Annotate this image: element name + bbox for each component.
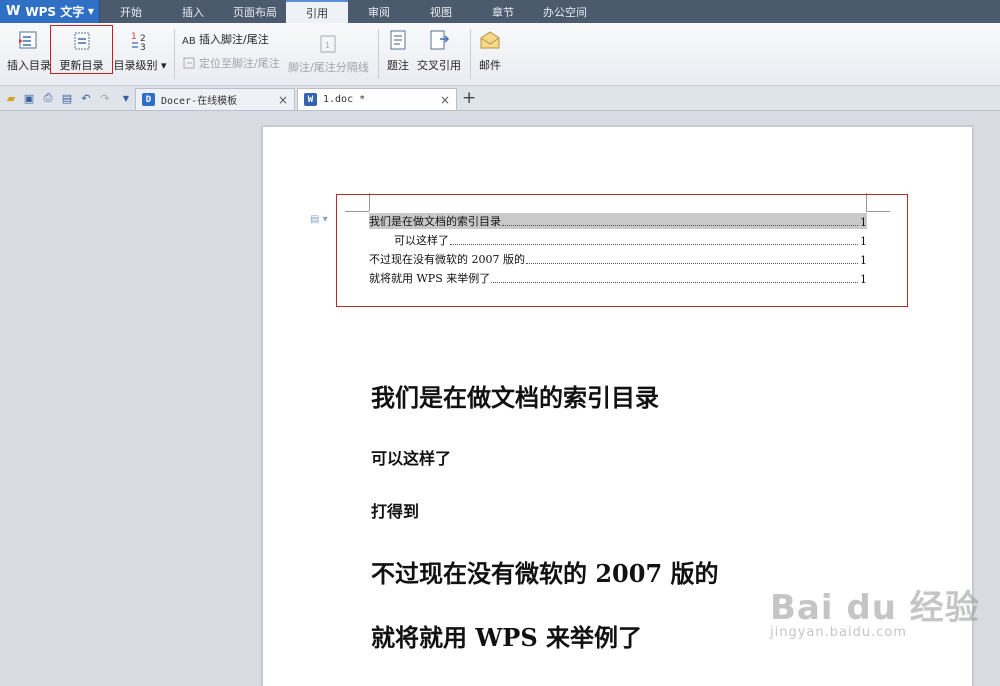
ribbon-divider	[378, 29, 379, 79]
app-menu-button[interactable]: W WPS 文字 ▼	[0, 0, 100, 23]
cross-reference-icon	[428, 29, 450, 51]
caption-label: 题注	[387, 59, 409, 72]
tab-view[interactable]: 视图	[410, 0, 472, 23]
tab-docer[interactable]: D Docer-在线模板 ×	[135, 88, 295, 110]
mail-button[interactable]: 邮件	[476, 29, 504, 81]
insert-toc-label: 插入目录	[7, 59, 51, 72]
heading-1: 就将就用 WPS 来举例了	[371, 623, 643, 652]
toc-entry[interactable]: 我们是在做文档的索引目录 1	[369, 213, 867, 229]
footnote-separator-label: 脚注/尾注分隔线	[288, 61, 369, 74]
tab-review[interactable]: 审阅	[348, 0, 410, 23]
caption-icon	[387, 29, 409, 51]
ribbon-divider	[470, 29, 471, 79]
tab-section[interactable]: 章节	[472, 0, 534, 23]
wps-logo-icon: W	[6, 4, 21, 19]
goto-footnote-button[interactable]: 定位至脚注/尾注	[182, 55, 280, 71]
svg-text:1: 1	[131, 32, 137, 42]
tab-document-label: 1.doc *	[323, 94, 366, 105]
goto-footnote-label: 定位至脚注/尾注	[199, 57, 280, 70]
tab-start[interactable]: 开始	[100, 0, 162, 23]
word-doc-icon: W	[304, 93, 317, 106]
tab-page-layout[interactable]: 页面布局	[224, 0, 286, 23]
caption-button[interactable]: 题注	[384, 29, 412, 81]
insert-footnote-label: 插入脚注/尾注	[199, 33, 269, 46]
cross-reference-label: 交叉引用	[417, 59, 461, 72]
tab-office-space[interactable]: 办公空间	[534, 0, 596, 23]
toc-level-label: 目录级别 ▾	[113, 59, 167, 72]
heading-1: 我们是在做文档的索引目录	[371, 383, 659, 412]
undo-icon[interactable]: ↶	[79, 91, 93, 105]
redo-icon[interactable]: ↷	[98, 91, 112, 105]
toc-entry[interactable]: 可以这样了 1	[394, 232, 867, 248]
baidu-watermark: Bai du 经验 jingyan.baidu.com	[770, 588, 980, 640]
ribbon: 插入目录 更新目录 123 目录级别 ▾ AB 插入脚注/尾注 定位至脚注/尾注…	[0, 23, 1000, 86]
toc-entry[interactable]: 不过现在没有微软的 2007 版的 1	[369, 251, 867, 267]
insert-toc-button[interactable]: 插入目录	[6, 29, 52, 81]
update-toc-label: 更新目录	[59, 59, 104, 72]
toc-entry[interactable]: 就将就用 WPS 来举例了 1	[369, 270, 867, 286]
insert-toc-icon	[18, 29, 40, 51]
cross-reference-button[interactable]: 交叉引用	[416, 29, 462, 81]
close-icon[interactable]: ×	[278, 93, 288, 107]
svg-text:1: 1	[325, 41, 330, 50]
save-icon[interactable]: ▣	[22, 91, 36, 105]
tab-docer-label: Docer-在线模板	[161, 96, 238, 107]
print-icon[interactable]: ⎙	[41, 91, 55, 105]
mail-label: 邮件	[479, 59, 501, 72]
update-toc-button[interactable]: 更新目录	[50, 25, 113, 74]
heading-1: 不过现在没有微软的 2007 版的	[371, 559, 719, 588]
docer-icon: D	[142, 93, 155, 106]
print-preview-icon[interactable]: ▤	[60, 91, 74, 105]
update-toc-icon	[71, 30, 93, 51]
tab-document[interactable]: W 1.doc * ×	[297, 88, 457, 110]
open-folder-icon[interactable]: ▰	[4, 91, 18, 105]
insert-footnote-button[interactable]: AB 插入脚注/尾注	[182, 31, 269, 47]
menu-bar: W WPS 文字 ▼ 开始 插入 页面布局 引用 审阅 视图 章节 办公空间	[0, 0, 1000, 23]
toc-level-icon: 123	[129, 29, 151, 51]
heading-2: 可以这样了	[371, 449, 452, 468]
goto-footnote-icon	[182, 56, 196, 70]
toc-level-button[interactable]: 123 目录级别 ▾	[113, 29, 167, 81]
new-tab-icon[interactable]: +	[462, 88, 476, 108]
tab-references[interactable]: 引用	[286, 0, 348, 23]
svg-text:3: 3	[140, 43, 146, 51]
close-icon[interactable]: ×	[440, 93, 450, 107]
heading-2: 打得到	[371, 502, 420, 521]
footnote-icon: AB	[182, 32, 196, 46]
toc-field-icon[interactable]: ▤ ▾	[310, 214, 328, 225]
ribbon-divider	[174, 29, 175, 79]
app-name: WPS 文字	[25, 5, 85, 19]
chevron-down-icon: ▼	[87, 7, 94, 16]
svg-text:AB: AB	[182, 36, 196, 45]
tab-bar: ▰ ▣ ⎙ ▤ ↶ ↷ ▼ D Docer-在线模板 × W 1.doc * ×	[0, 86, 1000, 111]
footnote-separator-icon: 1	[317, 33, 339, 55]
customize-toolbar-icon[interactable]: ▼	[119, 91, 133, 105]
footnote-separator-button[interactable]: 1 脚注/尾注分隔线	[288, 33, 369, 75]
mail-icon	[479, 29, 501, 51]
tab-insert[interactable]: 插入	[162, 0, 224, 23]
